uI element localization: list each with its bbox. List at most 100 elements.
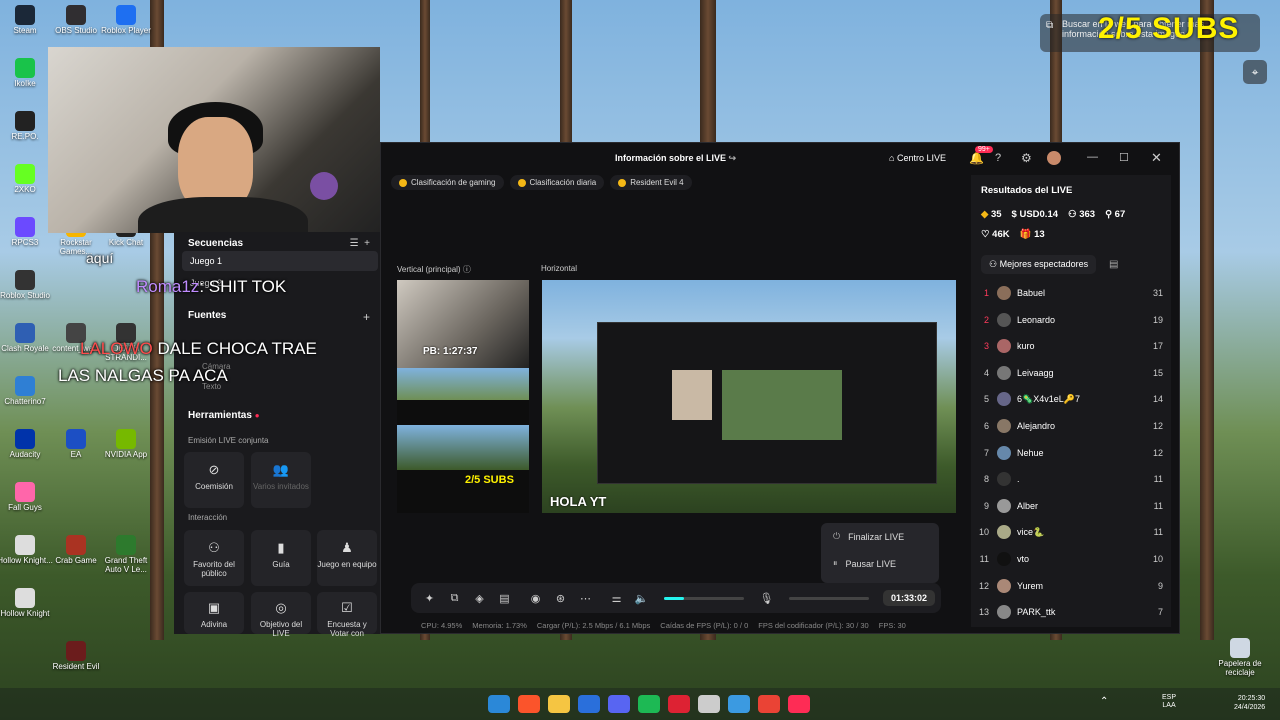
viewer-row[interactable]: 2 Leonardo 19 <box>971 307 1171 333</box>
desktop-icon[interactable]: Roblox Player <box>96 5 156 36</box>
viewer-row[interactable]: 8. 11 <box>971 466 1171 492</box>
desktop-icon[interactable]: Hollow Knight <box>0 588 55 619</box>
gear-icon[interactable]: ⚙ <box>1021 151 1032 165</box>
brave-icon[interactable] <box>518 695 540 713</box>
live-center-button[interactable]: ⌂ Centro LIVE <box>889 153 946 163</box>
viewer-row[interactable]: 9 Alber 11 <box>971 493 1171 519</box>
tray-chevron-icon[interactable]: ⌃ <box>1100 696 1108 707</box>
horizontal-preview[interactable]: HOLA YT <box>542 280 956 513</box>
viewer-row[interactable]: 1 Babuel 31 <box>971 280 1171 306</box>
folder-icon[interactable] <box>548 695 570 713</box>
guide-button[interactable]: ▮ Guía <box>251 530 311 586</box>
tiktok-live-icon[interactable] <box>788 695 810 713</box>
viewer-rank: 8 <box>983 474 989 485</box>
app-icon[interactable] <box>668 695 690 713</box>
help-icon[interactable]: ? <box>995 152 1001 164</box>
desktop-icon-label: Crab Game <box>55 556 97 565</box>
end-live-item[interactable]: ⏻ Finalizar LIVE <box>821 523 939 550</box>
speaker-icon[interactable]: 🔈 <box>629 592 654 605</box>
desktop-icon[interactable]: Chatterino7 <box>0 376 55 407</box>
viewer-row[interactable]: 11 vto 10 <box>971 546 1171 572</box>
language-indicator[interactable]: ESP LAA <box>1162 694 1176 711</box>
avatar[interactable] <box>1047 151 1061 165</box>
minimize-icon[interactable]: — <box>1087 151 1098 163</box>
clock[interactable]: 20:25:30 24/4/2026 <box>1234 694 1265 712</box>
team-game-button[interactable]: ♟ Juego en equipo <box>317 530 377 586</box>
list-view-icon[interactable]: ▤ <box>1109 259 1118 270</box>
top-viewers-tab[interactable]: ⚇ Mejores espectadores <box>981 255 1097 274</box>
heart-icon: ♡ <box>981 229 990 240</box>
mixer-icon[interactable]: ⚌ <box>604 592 629 605</box>
viewer-rank: 13 <box>978 607 989 618</box>
viewer-row[interactable]: 13 PARK_ttk 7 <box>971 599 1171 625</box>
vertical-preview[interactable]: PB: 1:27:37 2/5 SUBS <box>397 280 529 513</box>
share-icon[interactable]: ↪ <box>729 153 737 163</box>
multi-guest-button[interactable]: 👥 Varios invitados <box>251 452 311 508</box>
guess-button[interactable]: ▣ Adivina <box>184 592 244 634</box>
recycle-bin[interactable]: Papelera de reciclaje <box>1210 638 1270 678</box>
add-scene-icon[interactable]: + <box>364 238 370 249</box>
layout-icon[interactable]: ⧉ <box>442 592 467 605</box>
discord-icon[interactable] <box>608 695 630 713</box>
game-category-chip[interactable]: Resident Evil 4 <box>610 175 692 190</box>
close-icon[interactable]: ✕ <box>1151 150 1162 166</box>
viewer-row[interactable]: 6 Alejandro 12 <box>971 413 1171 439</box>
live-timer[interactable]: 01:33:02 <box>882 590 935 606</box>
notifications-button[interactable]: 🔔 99+ <box>969 146 993 165</box>
viewer-row[interactable]: 3 kuro 17 <box>971 333 1171 359</box>
gaming-ranking-chip[interactable]: Clasificación de gaming <box>391 175 504 190</box>
co-host-button[interactable]: ⊘ Coemisión <box>184 452 244 508</box>
viewer-row[interactable]: 7 Nehue 12 <box>971 440 1171 466</box>
desktop-icon[interactable]: Fall Guys <box>0 482 55 513</box>
more-icon[interactable]: ⋯ <box>573 592 598 605</box>
screen-icon[interactable]: ▤ <box>492 592 517 605</box>
start-icon[interactable] <box>488 695 510 713</box>
favorite-icon: ⚇ <box>208 540 220 555</box>
viewer-avatar <box>997 392 1011 407</box>
viewer-avatar <box>997 365 1011 380</box>
magic-icon[interactable]: ✦ <box>417 592 442 605</box>
viewer-row[interactable]: 12 Yurem 9 <box>971 573 1171 599</box>
effects-icon[interactable]: ◈ <box>467 592 492 605</box>
volume-slider[interactable] <box>664 596 744 600</box>
desktop-icon[interactable]: IkoIke <box>0 58 55 89</box>
mic-icon[interactable]: 🎙 <box>754 592 779 605</box>
desktop-icon[interactable]: Resident Evil <box>46 641 106 672</box>
poll-button[interactable]: ☑ Encuesta y Votar con <box>317 592 377 638</box>
viewer-score: 12 <box>1152 447 1163 458</box>
stream-stats: CPU: 4.95% Memoria: 1.73% Cargar (P/L): … <box>421 621 906 630</box>
viewer-score: 12 <box>1152 421 1163 431</box>
viewer-row[interactable]: 5 6🦠X4v1eL🔑7 14 <box>971 386 1171 412</box>
list-icon[interactable]: ☰ <box>350 238 359 249</box>
desktop-icon[interactable]: NVIDIA App <box>96 429 156 460</box>
desktop-icon-label: Resident Evil <box>52 662 100 671</box>
chrome-icon[interactable] <box>758 695 780 713</box>
camera-switch-icon[interactable]: ⊛ <box>548 592 573 605</box>
record-icon[interactable]: ◉ <box>523 592 548 605</box>
scene-item-1[interactable]: Juego 1 <box>182 251 378 271</box>
live-goal-button[interactable]: ◎ Objetivo del LIVE <box>251 592 311 638</box>
results-title: Resultados del LIVE <box>981 185 1073 196</box>
spotify-icon[interactable] <box>638 695 660 713</box>
desktop-icon[interactable]: 2XKO <box>0 164 55 195</box>
notif-badge: 99+ <box>975 146 993 153</box>
chatgpt-icon[interactable] <box>698 695 720 713</box>
add-source-icon[interactable]: + <box>363 310 370 324</box>
sources-title: Fuentes <box>188 310 227 321</box>
mic-slider[interactable] <box>789 596 869 600</box>
viewer-rank: 2 <box>983 314 989 325</box>
desktop-icon[interactable]: Roblox Studio <box>0 270 55 301</box>
lens-button[interactable]: ⌖ <box>1243 60 1267 84</box>
viewer-row[interactable]: 4 Leivaagg 15 <box>971 360 1171 386</box>
desktop-icon[interactable]: Grand Theft Auto V Le... <box>96 535 156 575</box>
desktop-icon-label: OBS Studio <box>55 26 97 35</box>
maximize-icon[interactable]: ☐ <box>1119 151 1129 164</box>
viewer-row[interactable]: 10 vice🐍 11 <box>971 519 1171 545</box>
bing-icon[interactable] <box>578 695 600 713</box>
viewer-name: . <box>1017 474 1020 485</box>
pause-live-item[interactable]: ⏸ Pausar LIVE <box>821 550 939 577</box>
audience-favorite-button[interactable]: ⚇ Favorito del público <box>184 530 244 586</box>
daily-ranking-chip[interactable]: Clasificación diaria <box>509 175 605 190</box>
followers-icon: ⚲ <box>1105 209 1113 220</box>
chatterino-icon[interactable] <box>728 695 750 713</box>
